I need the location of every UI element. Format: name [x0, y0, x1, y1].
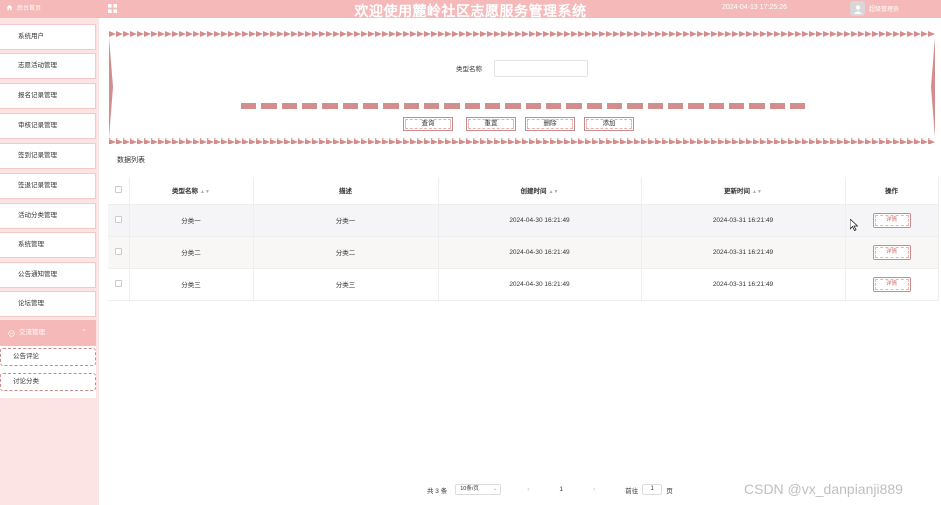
select-all-checkbox[interactable] — [108, 177, 130, 205]
cell-created: 2024-04-30 16:21:49 — [438, 204, 642, 237]
detail-button[interactable]: 详情 — [872, 244, 911, 260]
chat-icon — [8, 329, 15, 337]
avatar — [850, 1, 865, 16]
cell-updated: 2024-03-31 16:21:49 — [641, 204, 846, 237]
sidebar-item-forum[interactable]: 论坛管理 — [0, 291, 96, 317]
list-title: 数据列表 — [117, 157, 145, 164]
sidebar-subitem-notice-comments[interactable]: 公告评论 — [0, 348, 96, 366]
cell-updated: 2024-03-31 16:21:49 — [641, 268, 846, 301]
table-header-row: 类型名称 ▲▼ 描述 创建时间 ▲▼ 更新时间 ▲▼ 操作 — [108, 177, 939, 205]
page-size-select[interactable]: 10条/页 ⌄ — [455, 484, 502, 495]
cell-action: 详情 — [845, 236, 939, 269]
delete-button[interactable]: 删除 — [525, 117, 575, 131]
row-checkbox[interactable] — [108, 236, 130, 269]
sidebar-submenu: 公告评论 讨论分类 — [0, 346, 96, 398]
decorative-dash-bar — [241, 103, 806, 109]
sidebar-item-category[interactable]: 活动分类管理 — [0, 203, 96, 229]
search-label: 类型名称 — [456, 66, 482, 73]
cell-desc: 分类三 — [253, 268, 439, 301]
sidebar-item-registration[interactable]: 报名记录管理 — [0, 83, 96, 109]
row-checkbox[interactable] — [108, 268, 130, 301]
goto-label: 前往 — [625, 487, 639, 495]
search-panel: 类型名称 查询 重置 删除 添加 — [109, 31, 935, 144]
pagination: 共 3 条 10条/页 ⌄ ‹ 1 › 前往 1 页 — [427, 484, 673, 495]
sidebar-group-communication[interactable]: 交流管理 ⌃ — [0, 320, 96, 346]
user-menu[interactable]: 超级管理员 — [850, 1, 899, 16]
chevron-down-icon: ⌄ — [492, 486, 498, 492]
cell-name: 分类二 — [129, 236, 254, 269]
sidebar: 系统用户 志愿活动管理 报名记录管理 审核记录管理 签到记录管理 签退记录管理 … — [0, 18, 97, 505]
column-header-updated[interactable]: 更新时间 ▲▼ — [641, 177, 846, 205]
sort-icon[interactable]: ▲▼ — [752, 189, 762, 195]
data-table: 类型名称 ▲▼ 描述 创建时间 ▲▼ 更新时间 ▲▼ 操作 分类一 分类一 2024-… — [108, 177, 939, 301]
user-icon — [853, 4, 862, 14]
prev-page-icon[interactable]: ‹ — [527, 486, 529, 493]
sidebar-item-checkin[interactable]: 签到记录管理 — [0, 143, 96, 169]
column-header-action: 操作 — [845, 177, 939, 205]
column-header-desc: 描述 — [253, 177, 439, 205]
query-button[interactable]: 查询 — [403, 117, 453, 131]
cell-name: 分类一 — [129, 204, 254, 237]
category-name-input[interactable] — [494, 60, 588, 77]
page-unit-label: 页 — [666, 487, 673, 495]
mouse-cursor-icon — [850, 219, 858, 231]
sidebar-item-review[interactable]: 审核记录管理 — [0, 113, 96, 139]
row-checkbox[interactable] — [108, 204, 130, 237]
sidebar-item-activities[interactable]: 志愿活动管理 — [0, 53, 96, 79]
cell-name: 分类三 — [129, 268, 254, 301]
table-row: 分类一 分类一 2024-04-30 16:21:49 2024-03-31 1… — [108, 204, 939, 237]
goto-page-input[interactable]: 1 — [642, 484, 663, 495]
column-header-created[interactable]: 创建时间 ▲▼ — [438, 177, 642, 205]
add-button[interactable]: 添加 — [584, 117, 634, 131]
top-bar: 后台首页 欢迎使用麓岭社区志愿服务管理系统 2024-04-13 17:25:2… — [0, 0, 941, 19]
cell-action: 详情 — [845, 268, 939, 301]
watermark: CSDN @vx_danpianji889 — [744, 481, 903, 497]
datetime-display: 2024-04-13 17:25:26 — [722, 4, 787, 11]
table-row: 分类三 分类三 2024-04-30 16:21:49 2024-03-31 1… — [108, 268, 939, 301]
decorative-frame — [109, 31, 935, 144]
cell-updated: 2024-03-31 16:21:49 — [641, 236, 846, 269]
current-page[interactable]: 1 — [559, 486, 563, 493]
next-page-icon[interactable]: › — [593, 486, 595, 493]
sidebar-item-users[interactable]: 系统用户 — [0, 24, 96, 50]
sidebar-item-notice[interactable]: 公告通知管理 — [0, 262, 96, 288]
cell-action: 详情 — [845, 204, 939, 237]
sort-icon[interactable]: ▲▼ — [549, 189, 559, 195]
sidebar-item-checkout[interactable]: 签退记录管理 — [0, 173, 96, 199]
user-name: 超级管理员 — [869, 7, 900, 13]
chevron-up-icon: ⌃ — [81, 329, 87, 336]
column-header-name[interactable]: 类型名称 ▲▼ — [129, 177, 254, 205]
table-row: 分类二 分类二 2024-04-30 16:21:49 2024-03-31 1… — [108, 236, 939, 269]
detail-button[interactable]: 详情 — [872, 276, 911, 292]
sidebar-item-system[interactable]: 系统管理 — [0, 232, 96, 258]
detail-button[interactable]: 详情 — [872, 212, 911, 228]
cell-created: 2024-04-30 16:21:49 — [438, 236, 642, 269]
reset-button[interactable]: 重置 — [466, 117, 516, 131]
cell-created: 2024-04-30 16:21:49 — [438, 268, 642, 301]
sort-icon[interactable]: ▲▼ — [200, 189, 210, 195]
cell-desc: 分类二 — [253, 236, 439, 269]
sidebar-group-label: 交流管理 — [19, 329, 45, 336]
main-content: 类型名称 查询 重置 删除 添加 数据列表 类型名称 ▲▼ 描述 创建时间 ▲▼ 更… — [99, 18, 941, 505]
sidebar-subitem-discussion-category[interactable]: 讨论分类 — [0, 373, 96, 391]
cell-desc: 分类一 — [253, 204, 439, 237]
pagination-total: 共 3 条 — [427, 487, 448, 495]
